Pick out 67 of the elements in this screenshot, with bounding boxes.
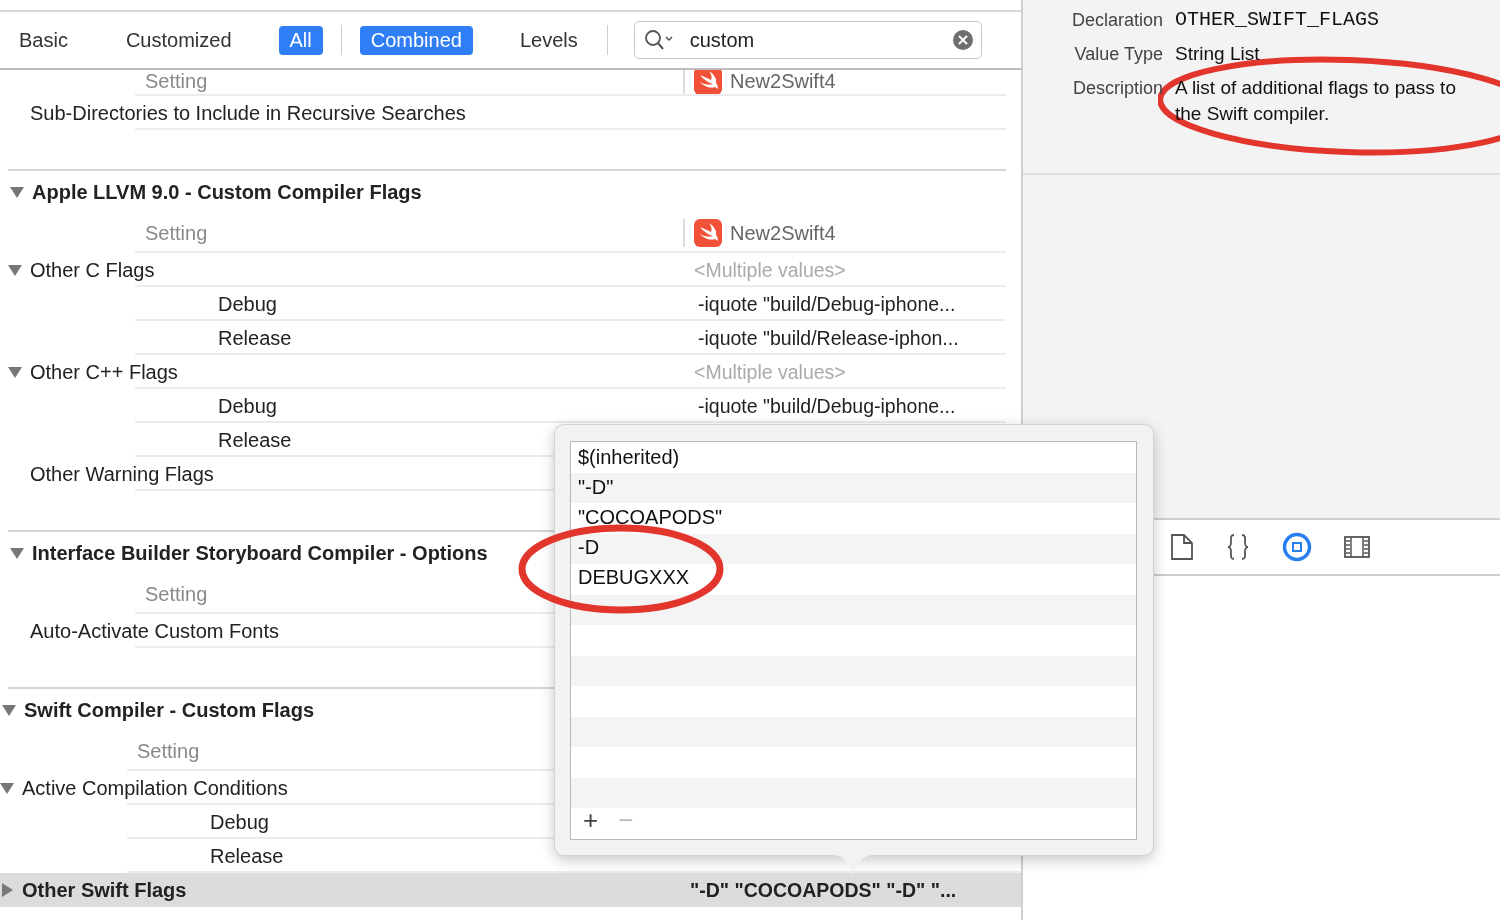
setting-name: Other Warning Flags [30,462,214,486]
setting-value: "-D" "COCOAPODS" "-D" "... [690,878,957,902]
list-item[interactable]: $(inherited) [571,442,1136,472]
section-title: Interface Builder Storyboard Compiler - Options [32,541,488,565]
configuration-row[interactable]: Release -iquote "build/Release-iphon... [8,321,1006,355]
configuration-row[interactable]: Debug -iquote "build/Debug-iphone... [8,287,1006,321]
configuration-name: Release [218,326,292,350]
disclosure-triangle-icon[interactable] [2,703,16,717]
search-field[interactable]: custom [633,21,982,59]
film-strip-icon[interactable] [1344,536,1370,558]
field-label: Value Type [1073,43,1163,66]
configuration-name: Debug [218,292,277,316]
disclosure-triangle-icon[interactable] [10,185,24,199]
setting-name: Other Swift Flags [22,878,187,902]
view-tab[interactable]: Combined [359,25,473,55]
setting-name: Sub-Directories to Include in Recursive Searches [30,101,466,125]
setting-value: <Multiple values> [694,258,846,282]
disclosure-triangle-icon[interactable] [0,883,14,897]
column-header: Setting [145,221,208,245]
setting-name: Auto-Activate Custom Fonts [30,619,279,643]
disclosure-triangle-icon[interactable] [8,263,22,277]
configuration-name: Release [210,844,284,868]
setting-value: -iquote "build/Debug-iphone... [698,394,956,418]
column-header: Setting [145,70,208,93]
document-icon[interactable] [1170,534,1194,560]
field-value: String List [1175,42,1261,66]
braces-icon[interactable] [1226,534,1250,560]
filter-tab[interactable]: All [278,25,323,55]
field-value: A list of additional flags to pass to the Swift compiler. [1175,76,1457,126]
configuration-name: Release [218,428,292,452]
bird-icon [694,219,722,247]
setting-name: Other C++ Flags [30,360,178,384]
section-title: Swift Compiler - Custom Flags [24,698,315,722]
search-icon [643,29,674,51]
list-item[interactable]: "COCOAPODS" [571,502,1136,532]
view-tab[interactable]: Levels [508,25,589,55]
setting-name: Other C Flags [30,258,155,282]
setting-row[interactable]: Sub-Directories to Include in Recursive Searches [8,96,1006,130]
setting-row[interactable]: Other C++ Flags <Multiple values> [8,355,1006,389]
setting-value: <Multiple values> [694,360,846,384]
filter-tab[interactable]: Basic [8,25,79,55]
disclosure-triangle-icon[interactable] [10,546,24,560]
filter-tab[interactable]: Customized [114,25,243,55]
list-item[interactable]: -D [571,532,1136,562]
field-value: OTHER_SWIFT_FLAGS [1175,7,1381,33]
section-title: Apple LLVM 9.0 - Custom Compiler Flags [32,180,422,204]
setting-value: -iquote "build/Debug-iphone... [698,292,956,316]
setting-row[interactable]: Other C Flags <Multiple values> [8,253,1006,287]
configuration-name: Debug [210,810,269,834]
setting-value: -iquote "build/Release-iphon... [698,326,959,350]
column-header: Setting [145,582,208,606]
setting-row[interactable]: Other Swift Flags "-D" "COCOAPODS" "-D" "... [0,873,1021,907]
field-label: Description [1071,77,1163,100]
configuration-name: Debug [218,394,277,418]
disclosure-triangle-icon[interactable] [8,365,22,379]
list-item[interactable]: "-D" [571,472,1136,502]
add-button[interactable]: + [579,805,603,835]
disclosure-triangle-icon[interactable] [0,781,14,795]
column-header: Setting [137,739,200,763]
target-name: New2Swift4 [730,221,836,245]
setting-name: Active Compilation Conditions [22,776,288,800]
target-name: New2Swift4 [730,70,836,93]
configuration-row[interactable]: Release [0,839,1021,873]
configuration-row[interactable]: Debug -iquote "build/Debug-iphone... [8,389,1006,423]
clear-icon[interactable] [952,30,973,50]
list-item[interactable]: DEBUGXXX [571,562,1136,592]
field-label: Declaration [1070,9,1163,32]
